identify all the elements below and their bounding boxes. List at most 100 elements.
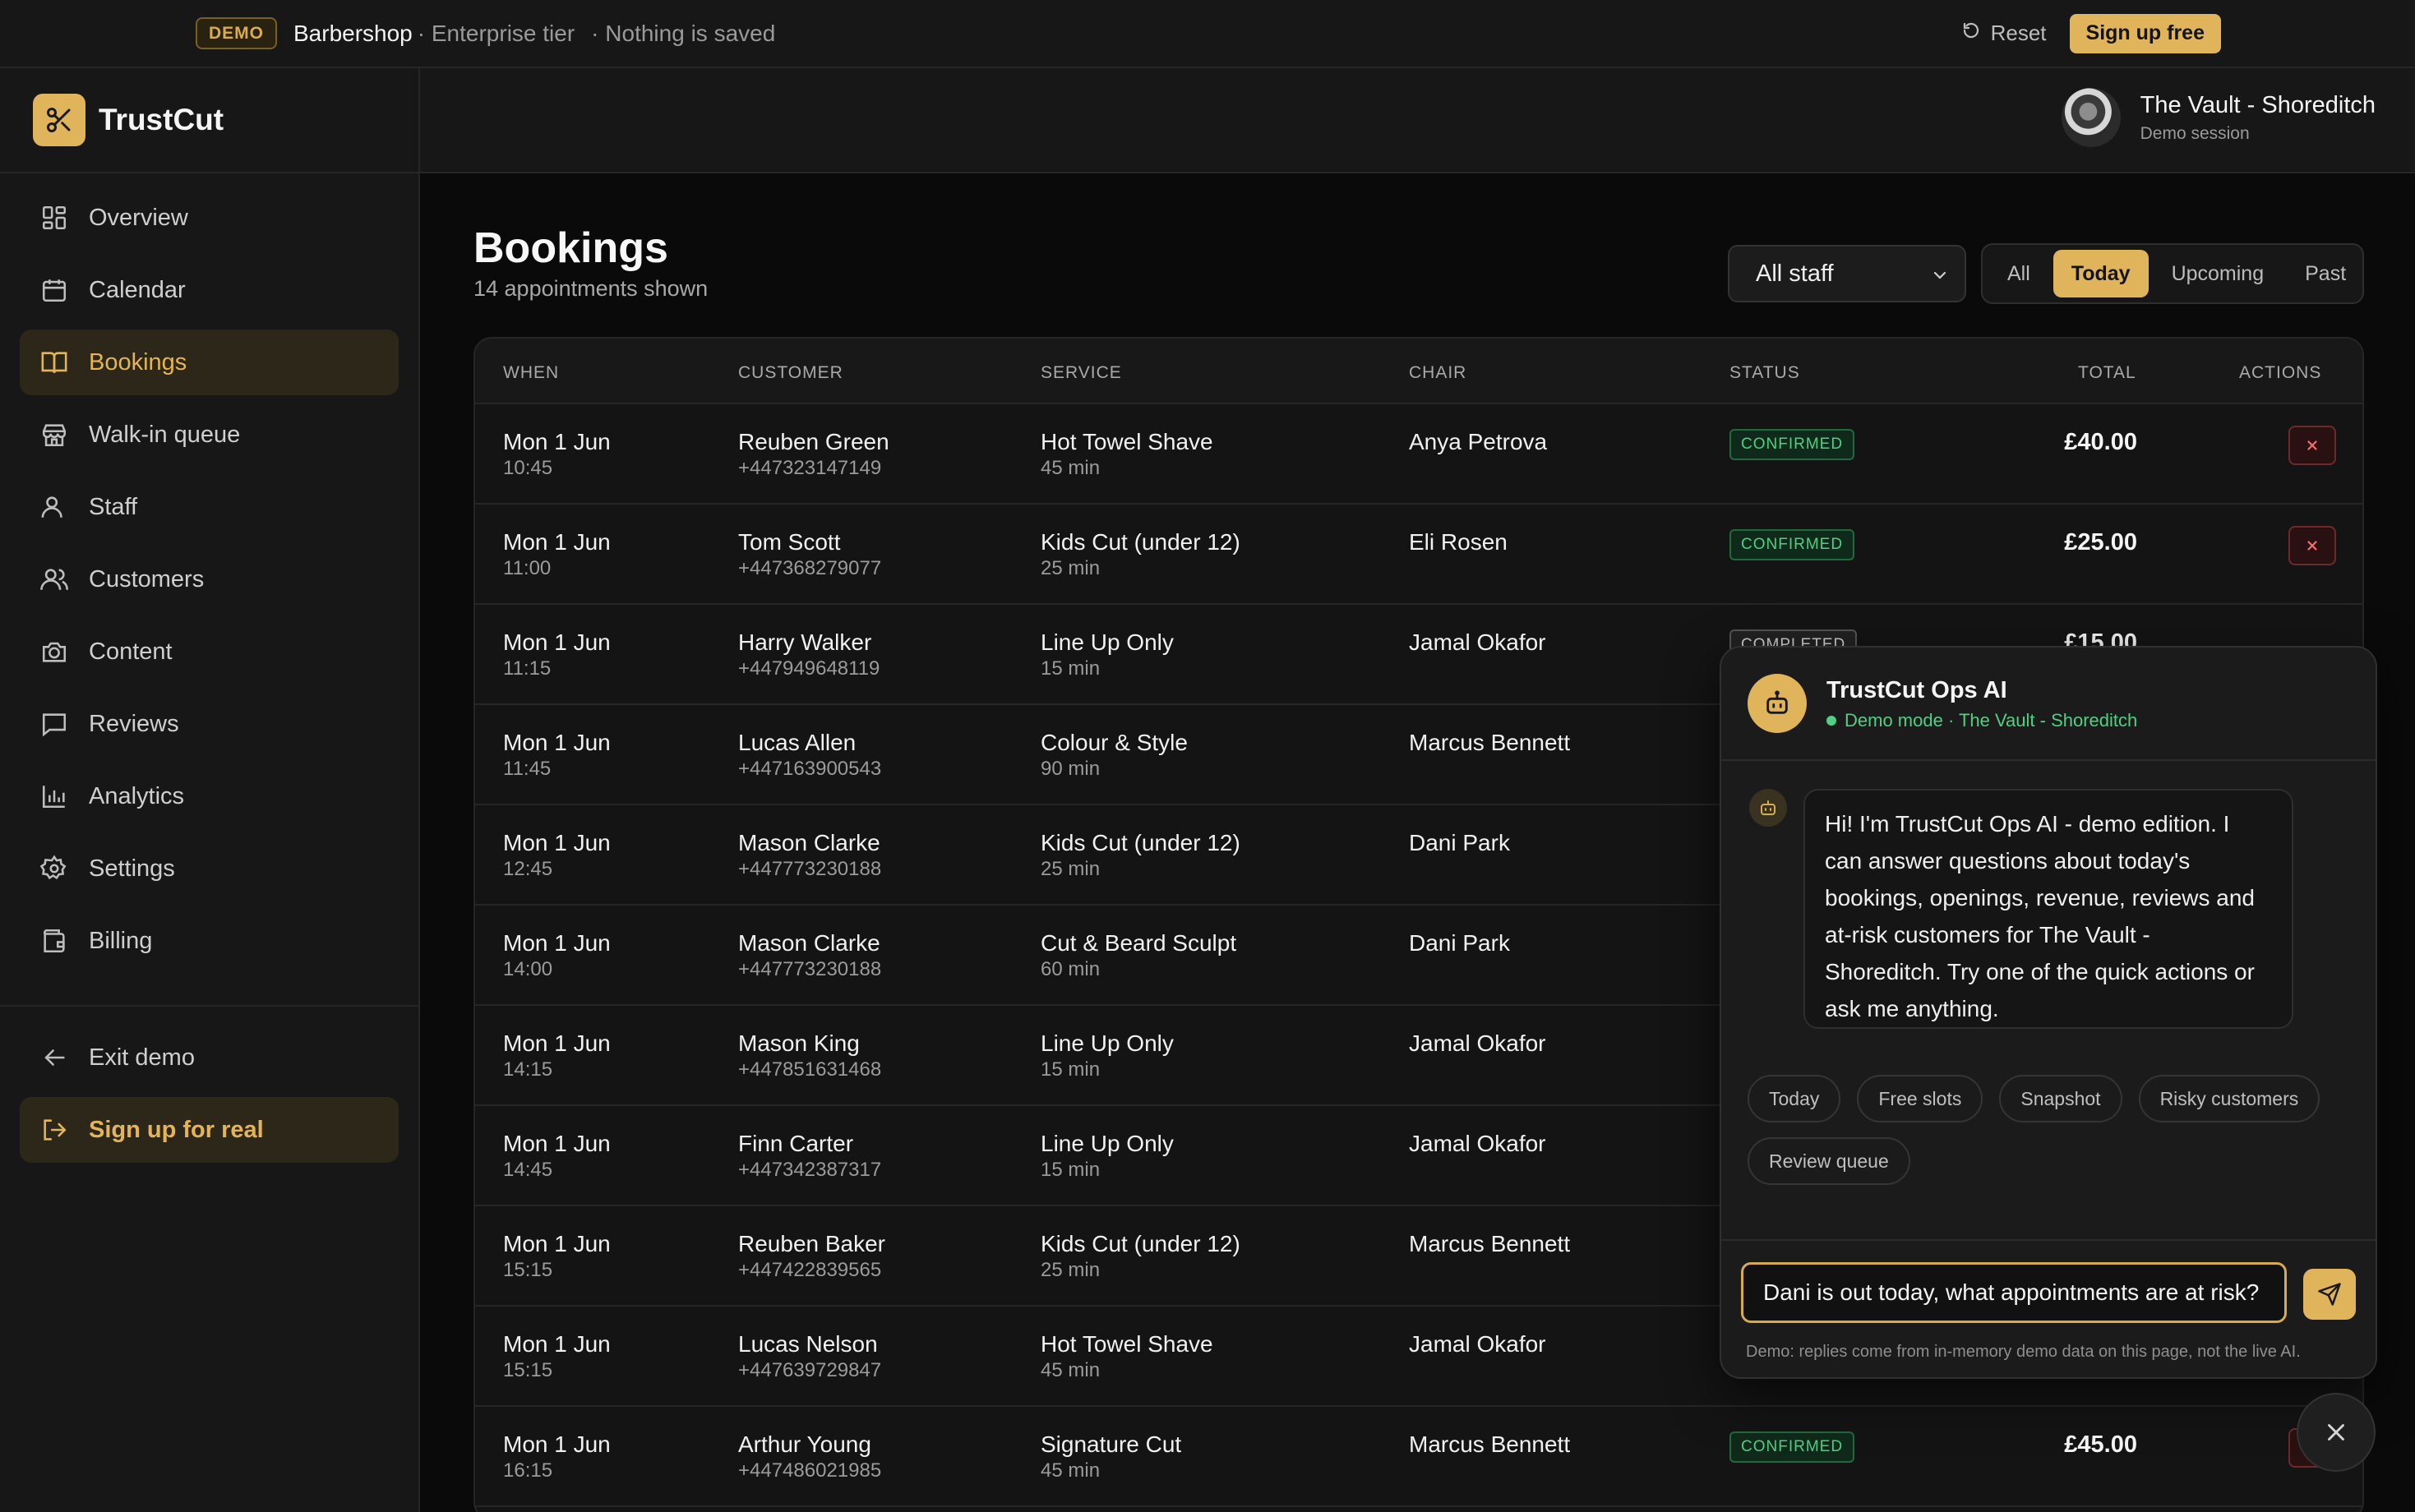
booking-date: Mon 1 Jun bbox=[503, 830, 611, 855]
sidebar: TrustCut Overview Calendar Bookings Walk… bbox=[0, 68, 420, 1512]
demo-saved-note: · Nothing is saved bbox=[591, 20, 776, 46]
sidebar-item-staff[interactable]: Staff bbox=[20, 474, 399, 540]
chair-name: Dani Park bbox=[1409, 930, 1510, 956]
sidebar-item-analytics[interactable]: Analytics bbox=[20, 763, 399, 829]
log-in-icon bbox=[39, 1115, 69, 1145]
booking-total: £45.00 bbox=[2064, 1431, 2137, 1458]
sidebar-item-customers[interactable]: Customers bbox=[20, 546, 399, 612]
booking-date: Mon 1 Jun bbox=[503, 1030, 611, 1056]
quick-action-risky-customers[interactable]: Risky customers bbox=[2138, 1075, 2320, 1122]
brand[interactable]: TrustCut bbox=[0, 68, 418, 173]
sidebar-item-reviews[interactable]: Reviews bbox=[20, 691, 399, 757]
ai-status: Demo mode · The Vault - Shoreditch bbox=[1826, 710, 2137, 731]
quick-action-review-queue[interactable]: Review queue bbox=[1748, 1137, 1910, 1185]
sidebar-item-label: Settings bbox=[89, 855, 175, 882]
arrow-left-icon bbox=[39, 1043, 69, 1072]
booking-date: Mon 1 Jun bbox=[503, 1431, 611, 1457]
service-name: Kids Cut (under 12) bbox=[1041, 529, 1240, 555]
exit-demo-label: Exit demo bbox=[89, 1044, 195, 1071]
booking-date: Mon 1 Jun bbox=[503, 629, 611, 655]
ai-status-text: Demo mode · The Vault - Shoreditch bbox=[1845, 710, 2138, 731]
service-name: Line Up Only bbox=[1041, 1131, 1174, 1156]
booking-time: 15:15 bbox=[503, 1259, 553, 1281]
booking-time: 14:45 bbox=[503, 1159, 553, 1181]
sidebar-item-label: Walk-in queue bbox=[89, 421, 241, 448]
exit-demo-link[interactable]: Exit demo bbox=[20, 1025, 399, 1090]
sidebar-item-label: Bookings bbox=[89, 348, 187, 376]
calendar-icon bbox=[39, 275, 69, 305]
quick-action-today[interactable]: Today bbox=[1748, 1075, 1841, 1122]
sign-up-for-real-label: Sign up for real bbox=[89, 1116, 264, 1143]
staff-filter-select[interactable]: All staff bbox=[1728, 245, 1966, 302]
sidebar-item-bookings[interactable]: Bookings bbox=[20, 330, 399, 395]
customer-phone: +447851631468 bbox=[738, 1058, 882, 1081]
tab-today[interactable]: Today bbox=[2053, 250, 2149, 297]
column-header-status: STATUS bbox=[1729, 363, 1800, 382]
book-icon bbox=[39, 348, 69, 377]
robot-icon bbox=[1749, 789, 1787, 827]
tab-past[interactable]: Past bbox=[2287, 250, 2364, 297]
service-duration: 60 min bbox=[1041, 958, 1101, 980]
sidebar-item-calendar[interactable]: Calendar bbox=[20, 257, 399, 323]
cancel-booking-button[interactable] bbox=[2288, 426, 2336, 465]
customer-phone: +447163900543 bbox=[738, 758, 882, 780]
top-header: The Vault - Shoreditch Demo session bbox=[420, 68, 2415, 173]
ai-message-input[interactable] bbox=[1741, 1262, 2287, 1323]
quick-actions: Today Free slots Snapshot Risky customer… bbox=[1748, 1075, 2339, 1185]
sidebar-item-label: Overview bbox=[89, 204, 188, 231]
wallet-icon bbox=[39, 926, 69, 956]
sidebar-item-label: Content bbox=[89, 638, 173, 665]
sidebar-item-overview[interactable]: Overview bbox=[20, 185, 399, 251]
quick-action-free-slots[interactable]: Free slots bbox=[1857, 1075, 1983, 1122]
customer-name: Arthur Young bbox=[738, 1431, 871, 1457]
cancel-booking-button[interactable] bbox=[2288, 526, 2336, 565]
booking-time: 14:15 bbox=[503, 1058, 553, 1081]
sidebar-item-content[interactable]: Content bbox=[20, 619, 399, 685]
chair-name: Jamal Okafor bbox=[1409, 1131, 1546, 1156]
sidebar-item-settings[interactable]: Settings bbox=[20, 836, 399, 901]
table-row[interactable]: Mon 1 Jun 11:00 Tom Scott +447368279077 Kids… bbox=[475, 505, 2362, 605]
status-dot-icon bbox=[1826, 716, 1836, 726]
shop-switcher[interactable]: The Vault - Shoreditch Demo session bbox=[2061, 88, 2376, 147]
status-badge: CONFIRMED bbox=[1729, 1431, 1855, 1463]
tab-upcoming[interactable]: Upcoming bbox=[2154, 250, 2283, 297]
customer-name: Reuben Green bbox=[738, 429, 889, 454]
sign-up-for-real-button[interactable]: Sign up for real bbox=[20, 1097, 399, 1163]
reset-icon bbox=[1961, 21, 1981, 46]
chart-icon bbox=[39, 781, 69, 811]
customer-name: Reuben Baker bbox=[738, 1231, 886, 1256]
booking-date: Mon 1 Jun bbox=[503, 429, 611, 454]
booking-time: 11:15 bbox=[503, 657, 552, 680]
grid-icon bbox=[39, 203, 69, 233]
tab-all[interactable]: All bbox=[1989, 250, 2048, 297]
customer-phone: +447949648119 bbox=[738, 657, 880, 680]
sign-up-free-button[interactable]: Sign up free bbox=[2069, 13, 2221, 53]
demo-tier: · Enterprise tier bbox=[417, 20, 575, 46]
column-header-actions: ACTIONS bbox=[2239, 363, 2322, 382]
gear-icon bbox=[39, 854, 69, 883]
send-button[interactable] bbox=[2303, 1269, 2356, 1320]
close-assistant-button[interactable] bbox=[2297, 1393, 2376, 1472]
booking-time: 10:45 bbox=[503, 457, 553, 479]
customer-phone: +447486021985 bbox=[738, 1459, 882, 1482]
table-row[interactable]: Mon 1 Jun 16:15 Arthur Young +447486021985 S… bbox=[475, 1407, 2362, 1507]
scissors-icon bbox=[33, 94, 85, 146]
booking-date: Mon 1 Jun bbox=[503, 930, 611, 956]
table-header: WHEN CUSTOMER SERVICE CHAIR STATUS TOTAL… bbox=[475, 339, 2362, 404]
service-name: Hot Towel Shave bbox=[1041, 1331, 1213, 1357]
quick-action-snapshot[interactable]: Snapshot bbox=[1999, 1075, 2122, 1122]
customer-name: Lucas Nelson bbox=[738, 1331, 878, 1357]
customer-phone: +447368279077 bbox=[738, 557, 882, 579]
reset-button[interactable]: Reset bbox=[1961, 21, 2047, 46]
store-icon bbox=[39, 420, 69, 449]
ai-assistant-panel: TrustCut Ops AI Demo mode · The Vault - … bbox=[1720, 646, 2377, 1379]
service-duration: 45 min bbox=[1041, 1359, 1101, 1381]
sidebar-item-billing[interactable]: Billing bbox=[20, 908, 399, 974]
customer-name: Finn Carter bbox=[738, 1131, 854, 1156]
customer-name: Mason Clarke bbox=[738, 930, 880, 956]
sidebar-item-walk-in-queue[interactable]: Walk-in queue bbox=[20, 402, 399, 468]
table-row[interactable]: Mon 1 Jun 10:45 Reuben Green +447323147149 H… bbox=[475, 404, 2362, 505]
users-icon bbox=[39, 565, 69, 594]
page-subtitle: 14 appointments shown bbox=[473, 276, 709, 301]
sidebar-item-label: Billing bbox=[89, 927, 153, 954]
